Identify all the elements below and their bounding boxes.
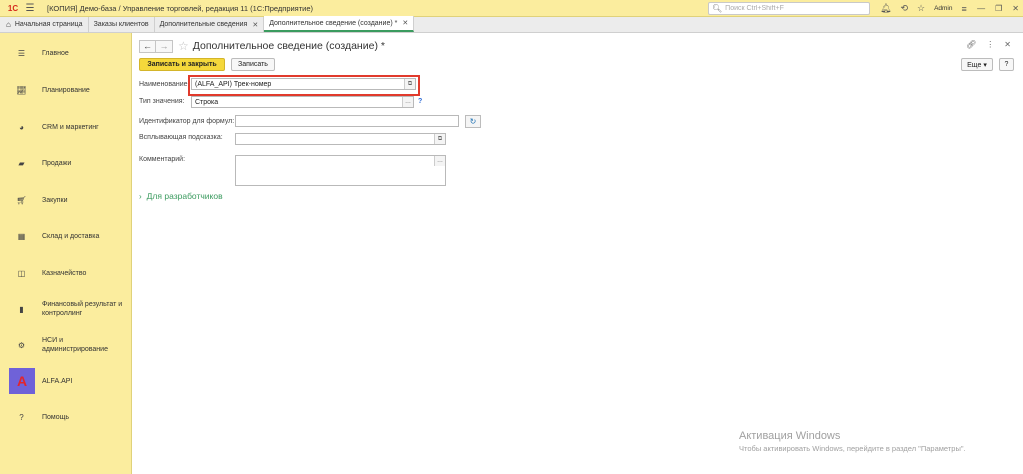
tab-label: Дополнительные сведения (159, 21, 248, 28)
sidebar-item-label: Закупки (42, 196, 68, 204)
name-label: Наименование: (139, 81, 190, 88)
main-menu-icon[interactable]: ☰ (23, 0, 37, 17)
home-icon: ⌂ (6, 20, 11, 29)
bars-icon: ▮ (19, 304, 24, 314)
form-title: Дополнительное сведение (создание) * (192, 40, 385, 52)
bag-icon: ▰ (18, 158, 25, 168)
titlebar-tools: 🔔︎ ⟲ ☆ Admin ≡ (880, 0, 976, 17)
more-button[interactable]: Еще ▾ (961, 58, 993, 71)
sidebar-item-purchases[interactable]: 🛒︎ Закупки (0, 194, 131, 206)
coins-icon: ◫ (17, 268, 26, 278)
gear-icon: ⚙︎ (17, 340, 26, 350)
tooltip-field[interactable]: ⧉ (235, 133, 446, 145)
title-bar: 1С ☰ [КОПИЯ] Демо-база / Управление торг… (0, 0, 1023, 17)
search-icon: 🔍︎ (712, 4, 723, 13)
tab-home[interactable]: ⌂ Начальная страница (0, 17, 89, 32)
sidebar-item-label: Помощь (42, 413, 70, 421)
form-area: ← → ☆ Дополнительное сведение (создание)… (133, 33, 1023, 474)
favorite-star-icon[interactable]: ☆ (178, 39, 189, 53)
user-name[interactable]: Admin (934, 5, 952, 12)
sidebar-item-label: ALFA.API (42, 377, 73, 385)
sidebar-item-crm[interactable]: ◕ CRM и маркетинг (0, 121, 131, 133)
type-help-icon[interactable]: ? (418, 98, 422, 105)
refresh-id-icon[interactable]: ↻ (465, 115, 481, 128)
sidebar-item-main[interactable]: ☰ Главное (0, 47, 131, 59)
tab-orders[interactable]: Заказы клиентов (89, 17, 155, 32)
sidebar-item-warehouse[interactable]: ▦ Склад и доставка (0, 230, 131, 242)
forward-button[interactable]: → (156, 39, 173, 53)
help-icon: ? (19, 412, 24, 422)
sidebar-item-label: Казначейство (42, 269, 87, 277)
cart-icon: 🛒︎ (16, 195, 27, 205)
close-tab-icon[interactable]: ✕ (252, 21, 258, 29)
tab-label: Заказы клиентов (93, 21, 149, 28)
sidebar-item-admin[interactable]: ⚙︎ НСИ и администрирование (0, 335, 131, 355)
history-icon[interactable]: ⟲ (900, 3, 908, 14)
windows-watermark: Активация Windows Чтобы активировать Win… (739, 430, 966, 453)
grid-icon: ▦ (17, 231, 26, 241)
form-header: ← → ☆ Дополнительное сведение (создание)… (139, 39, 385, 53)
form-header-tools: 🔗︎ ⋮ ✕ (956, 40, 1011, 49)
pie-icon: ◕ (19, 122, 24, 132)
choose-type-button[interactable]: … (402, 97, 413, 107)
save-and-close-button[interactable]: Записать и закрыть (139, 58, 225, 71)
close-icon[interactable]: ✕ (1012, 4, 1019, 13)
tab-additional-info-list[interactable]: Дополнительные сведения ✕ (155, 17, 265, 32)
sidebar-item-finance[interactable]: ▮ Финансовый результат и контроллинг (0, 299, 131, 319)
star-icon[interactable]: ☆ (917, 3, 925, 14)
type-value: Строка (195, 98, 219, 106)
global-search[interactable]: 🔍︎ (708, 2, 870, 15)
comment-label: Комментарий: (139, 156, 186, 163)
tab-label: Дополнительное сведение (создание) * (269, 19, 398, 27)
sidebar-item-label: Главное (42, 49, 69, 57)
search-input[interactable] (725, 5, 866, 12)
open-comment-button[interactable]: … (434, 156, 445, 166)
sidebar-item-label: Склад и доставка (42, 232, 100, 240)
developer-group-label: Для разработчиков (146, 191, 223, 201)
bell-icon[interactable]: 🔔︎ (880, 3, 891, 14)
open-icon[interactable]: ⧉ (434, 134, 445, 144)
sidebar-item-label: Планирование (42, 86, 90, 94)
sidebar-item-label: Продажи (42, 159, 72, 167)
highlight-frame (188, 75, 420, 96)
sidebar-item-label: Финансовый результат и контроллинг (42, 301, 123, 317)
watermark-text: Чтобы активировать Windows, перейдите в … (739, 444, 966, 453)
window-controls: — ❐ ✕ (967, 0, 1019, 17)
window-title: [КОПИЯ] Демо-база / Управление торговлей… (47, 3, 314, 13)
settings-menu-icon[interactable]: ≡ (962, 4, 967, 14)
sidebar-item-planning[interactable]: 📈︎ Планирование (0, 84, 131, 96)
tab-bar: ⌂ Начальная страница Заказы клиентов Доп… (0, 16, 1023, 33)
chart-icon: 📈︎ (16, 85, 27, 95)
alfa-logo: A (9, 368, 35, 394)
tooltip-label: Всплывающая подсказка: (139, 134, 223, 141)
close-tab-icon[interactable]: ✕ (402, 19, 408, 27)
sidebar-item-label: НСИ и администрирование (42, 337, 108, 353)
sidebar-item-alfa-api[interactable]: A ALFA.API (0, 368, 131, 394)
type-label: Тип значения: (139, 98, 185, 105)
sidebar-item-treasury[interactable]: ◫ Казначейство (0, 267, 131, 279)
formula-label: Идентификатор для формул: (139, 118, 235, 125)
comment-field[interactable]: … (235, 155, 446, 186)
watermark-title: Активация Windows (739, 430, 841, 442)
help-button[interactable]: ? (999, 58, 1014, 71)
developer-group-toggle[interactable]: › Для разработчиков (139, 191, 223, 201)
sidebar-item-sales[interactable]: ▰ Продажи (0, 157, 131, 169)
close-form-icon[interactable]: ✕ (1004, 40, 1011, 49)
link-icon[interactable]: 🔗︎ (966, 40, 976, 49)
back-button[interactable]: ← (139, 39, 156, 53)
save-button[interactable]: Записать (231, 58, 275, 71)
sidebar-item-help[interactable]: ? Помощь (0, 411, 131, 423)
sidebar: ☰ Главное 📈︎ Планирование ◕ CRM и маркет… (0, 33, 132, 474)
tab-label: Начальная страница (14, 21, 83, 28)
app-logo: 1С (7, 3, 19, 13)
minimize-icon[interactable]: — (977, 4, 985, 13)
menu-icon: ☰ (17, 48, 26, 58)
sidebar-item-label: CRM и маркетинг (42, 123, 99, 131)
tab-additional-info-create[interactable]: Дополнительное сведение (создание) * ✕ (264, 16, 415, 32)
maximize-icon[interactable]: ❐ (995, 4, 1002, 13)
chevron-right-icon: › (139, 191, 142, 201)
formula-field[interactable] (235, 115, 459, 127)
more-actions-icon[interactable]: ⋮ (986, 40, 994, 49)
type-field[interactable]: Строка … (191, 96, 414, 108)
